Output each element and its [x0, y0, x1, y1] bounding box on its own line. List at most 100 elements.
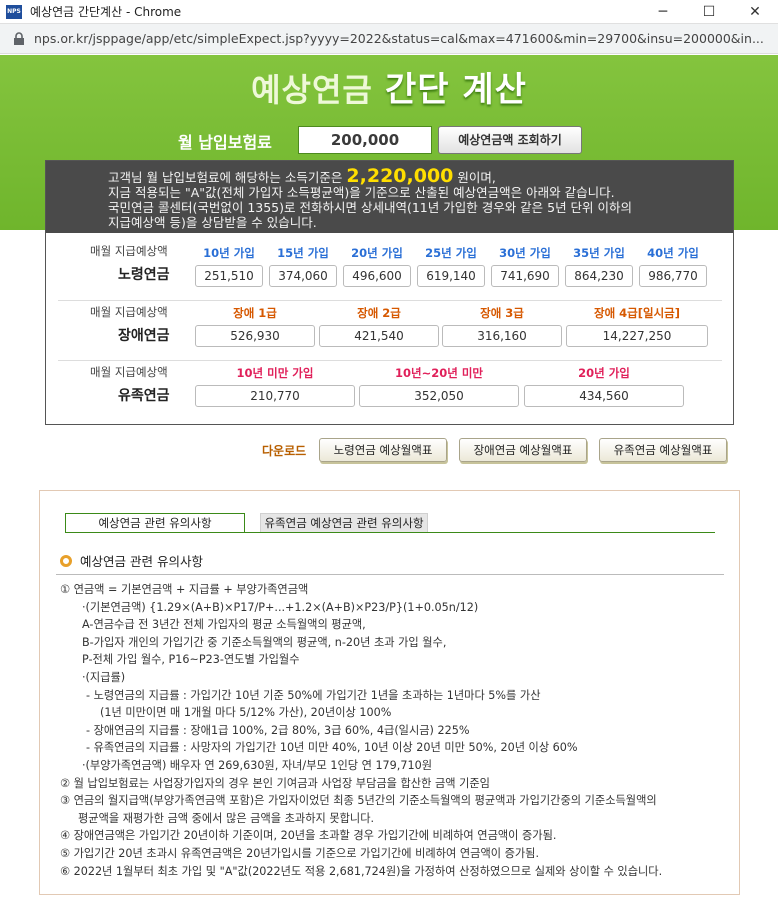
col-label: 40년 가입 — [647, 246, 699, 260]
caution-line: 평균액을 재평가한 금액 중에서 많은 금액을 초과하지 못합니다. — [78, 811, 375, 825]
caution-line: B-가입자 개인의 가입기간 중 기준소득월액의 평균액, n-20년 초과 가… — [82, 635, 447, 649]
disability-col-2: 장애 2급 421,540 — [319, 305, 439, 347]
page-title: 예상연금 간단 계산 — [0, 62, 778, 111]
col-value: 374,060 — [269, 265, 337, 287]
survivor-col-2: 10년~20년 미만 352,050 — [359, 365, 519, 407]
premium-input[interactable]: 200,000 — [298, 126, 432, 154]
col-value: 496,600 — [343, 265, 411, 287]
nps-app-icon: NPS — [6, 4, 22, 19]
old-age-col-10: 10년 가입 251,510 — [195, 245, 263, 287]
download-label: 다운로드 — [262, 444, 307, 458]
notice-line3: 국민연금 콜센터(국번없이 1355)로 전화하시면 상세내역(11년 가입한 … — [108, 200, 633, 215]
col-label: 장애 3급 — [480, 306, 524, 320]
old-age-pension-row: 매월 지급예상액 노령연금 10년 가입 251,510 15년 가입 374,06… — [58, 241, 722, 301]
col-label: 장애 2급 — [357, 306, 401, 320]
lock-icon — [14, 31, 24, 45]
notice-line4: 지급예상액 등)을 상담받을 수 있습니다. — [108, 215, 317, 230]
caution-box: 예상연금 관련 유의사항 유족연금 예상연금 관련 유의사항 예상연금 관련 유… — [39, 490, 740, 895]
premium-label: 월 납입보험료 — [178, 133, 272, 152]
survivor-table-button[interactable]: 유족연금 예상월액표 — [599, 438, 727, 462]
calculate-button[interactable]: 예상연금액 조회하기 — [438, 126, 582, 154]
col-label: 장애 1급 — [233, 306, 277, 320]
col-value: 434,560 — [524, 385, 684, 407]
col-value: 251,510 — [195, 265, 263, 287]
old-age-col-20: 20년 가입 496,600 — [343, 245, 411, 287]
tab-pension-caution[interactable]: 예상연금 관련 유의사항 — [65, 513, 245, 533]
caution-line: ④ 장애연금액은 가입기간 20년이하 기준이며, 20년을 초과할 경우 가입… — [60, 829, 557, 843]
old-age-table-button[interactable]: 노령연금 예상월액표 — [319, 438, 447, 462]
minimize-icon[interactable]: ─ — [640, 0, 686, 24]
income-amount: 2,220,000 — [346, 165, 454, 187]
col-label: 30년 가입 — [499, 246, 551, 260]
caution-line: ② 월 납입보험료는 사업장가입자의 경우 본인 기여금과 사업장 부담금을 합… — [60, 776, 490, 790]
section-divider — [56, 574, 724, 575]
income-notice: 고객님 월 납입보험료에 해당하는 소득기준은 2,220,000 원이며, 지금 … — [46, 161, 733, 233]
old-age-col-40: 40년 가입 986,770 — [639, 245, 707, 287]
disability-name: 장애연금 — [118, 328, 170, 344]
notice-line1-post: 원이며, — [457, 170, 496, 185]
col-label: 35년 가입 — [573, 246, 625, 260]
disability-sub: 매월 지급예상액 — [90, 305, 168, 319]
old-age-name: 노령연금 — [118, 267, 170, 283]
window-titlebar: NPS 예상연금 간단계산 - Chrome ─ ☐ ✕ — [0, 0, 778, 24]
old-age-col-25: 25년 가입 619,140 — [417, 245, 485, 287]
survivor-col-3: 20년 가입 434,560 — [524, 365, 684, 407]
section-title-text: 예상연금 관련 유의사항 — [80, 554, 203, 569]
caution-line: ·(지급률) — [82, 670, 126, 684]
caution-line: - 노령연금의 지급률 : 가입기간 10년 기준 50%에 가입기간 1년을 … — [86, 688, 541, 702]
caution-line: ① 연금액 = 기본연금액 + 지급률 + 부양가족연금액 — [60, 583, 309, 596]
survivor-col-1: 10년 미만 가입 210,770 — [195, 365, 355, 407]
caution-list: ① 연금액 = 기본연금액 + 지급률 + 부양가족연금액 ·(기본연금액) {… — [60, 581, 730, 880]
tab-survivor-caution[interactable]: 유족연금 예상연금 관련 유의사항 — [260, 513, 428, 533]
survivor-pension-row: 매월 지급예상액 유족연금 10년 미만 가입 210,770 10년~20년 미… — [58, 361, 722, 421]
col-value: 352,050 — [359, 385, 519, 407]
address-bar[interactable]: nps.or.kr/jsppage/app/etc/simpleExpect.j… — [0, 24, 778, 54]
col-value: 741,690 — [491, 265, 559, 287]
notice-line1-pre: 고객님 월 납입보험료에 해당하는 소득기준은 — [108, 170, 343, 185]
notice-line1: 고객님 월 납입보험료에 해당하는 소득기준은 2,220,000 원이며, — [108, 167, 733, 186]
disability-col-4: 장애 4급[일시금] 14,227,250 — [566, 305, 708, 347]
disability-pension-row: 매월 지급예상액 장애연금 장애 1급 526,930 장애 2급 421,540 … — [58, 301, 722, 361]
col-label: 10년 미만 가입 — [236, 366, 314, 380]
col-label: 10년~20년 미만 — [395, 366, 483, 380]
col-value: 619,140 — [417, 265, 485, 287]
result-box: 고객님 월 납입보험료에 해당하는 소득기준은 2,220,000 원이며, 지금 … — [45, 160, 734, 425]
caution-line: ⑥ 2022년 1월부터 최초 가입 및 "A"값(2022년도 적용 2,68… — [60, 864, 663, 878]
col-label: 20년 가입 — [578, 366, 630, 380]
tab-underline — [65, 532, 715, 533]
disability-col-1: 장애 1급 526,930 — [195, 305, 315, 347]
col-value: 526,930 — [195, 325, 315, 347]
col-value: 864,230 — [565, 265, 633, 287]
old-age-sub: 매월 지급예상액 — [90, 244, 168, 258]
address-url[interactable]: nps.or.kr/jsppage/app/etc/simpleExpect.j… — [34, 31, 774, 46]
col-label: 20년 가입 — [351, 246, 403, 260]
page-title-part1: 예상연금 — [251, 71, 373, 109]
section-title: 예상연금 관련 유의사항 — [60, 551, 203, 570]
caution-line: ·(기본연금액) {1.29×(A+B)×P17/P+...+1.2×(A+B)… — [82, 600, 479, 614]
disability-table-button[interactable]: 장애연금 예상월액표 — [459, 438, 587, 462]
old-age-col-15: 15년 가입 374,060 — [269, 245, 337, 287]
col-value: 210,770 — [195, 385, 355, 407]
caution-line: - 장애연금의 지급률 : 장애1급 100%, 2급 80%, 3급 60%,… — [86, 723, 470, 737]
caution-line: P-전체 가입 월수, P16~P23-연도별 가입월수 — [82, 653, 300, 667]
col-label: 25년 가입 — [425, 246, 477, 260]
caution-line: ·(부양가족연금액) 배우자 연 269,630원, 자녀/부모 1인당 연 1… — [82, 758, 432, 772]
notice-line2: 지금 적용되는 "A"값(전체 가입자 소득평균액)을 기준으로 산출된 예상연… — [108, 185, 615, 200]
col-value: 986,770 — [639, 265, 707, 287]
col-value: 14,227,250 — [566, 325, 708, 347]
maximize-icon[interactable]: ☐ — [686, 0, 732, 24]
bullet-icon — [60, 554, 72, 567]
close-icon[interactable]: ✕ — [732, 0, 778, 24]
col-label: 장애 4급[일시금] — [594, 306, 680, 320]
survivor-sub: 매월 지급예상액 — [90, 365, 168, 379]
col-value: 421,540 — [319, 325, 439, 347]
col-label: 15년 가입 — [277, 246, 329, 260]
caution-line: A-연금수급 전 3년간 전체 가입자의 평균 소득월액의 평균액, — [82, 618, 366, 632]
old-age-col-35: 35년 가입 864,230 — [565, 245, 633, 287]
survivor-name: 유족연금 — [118, 388, 170, 404]
col-label: 10년 가입 — [203, 246, 255, 260]
old-age-col-30: 30년 가입 741,690 — [491, 245, 559, 287]
disability-col-3: 장애 3급 316,160 — [442, 305, 562, 347]
window-title: 예상연금 간단계산 - Chrome — [30, 5, 182, 19]
caution-line: - 유족연금의 지급률 : 사망자의 가입기간 10년 미만 40%, 10년 … — [86, 741, 578, 755]
